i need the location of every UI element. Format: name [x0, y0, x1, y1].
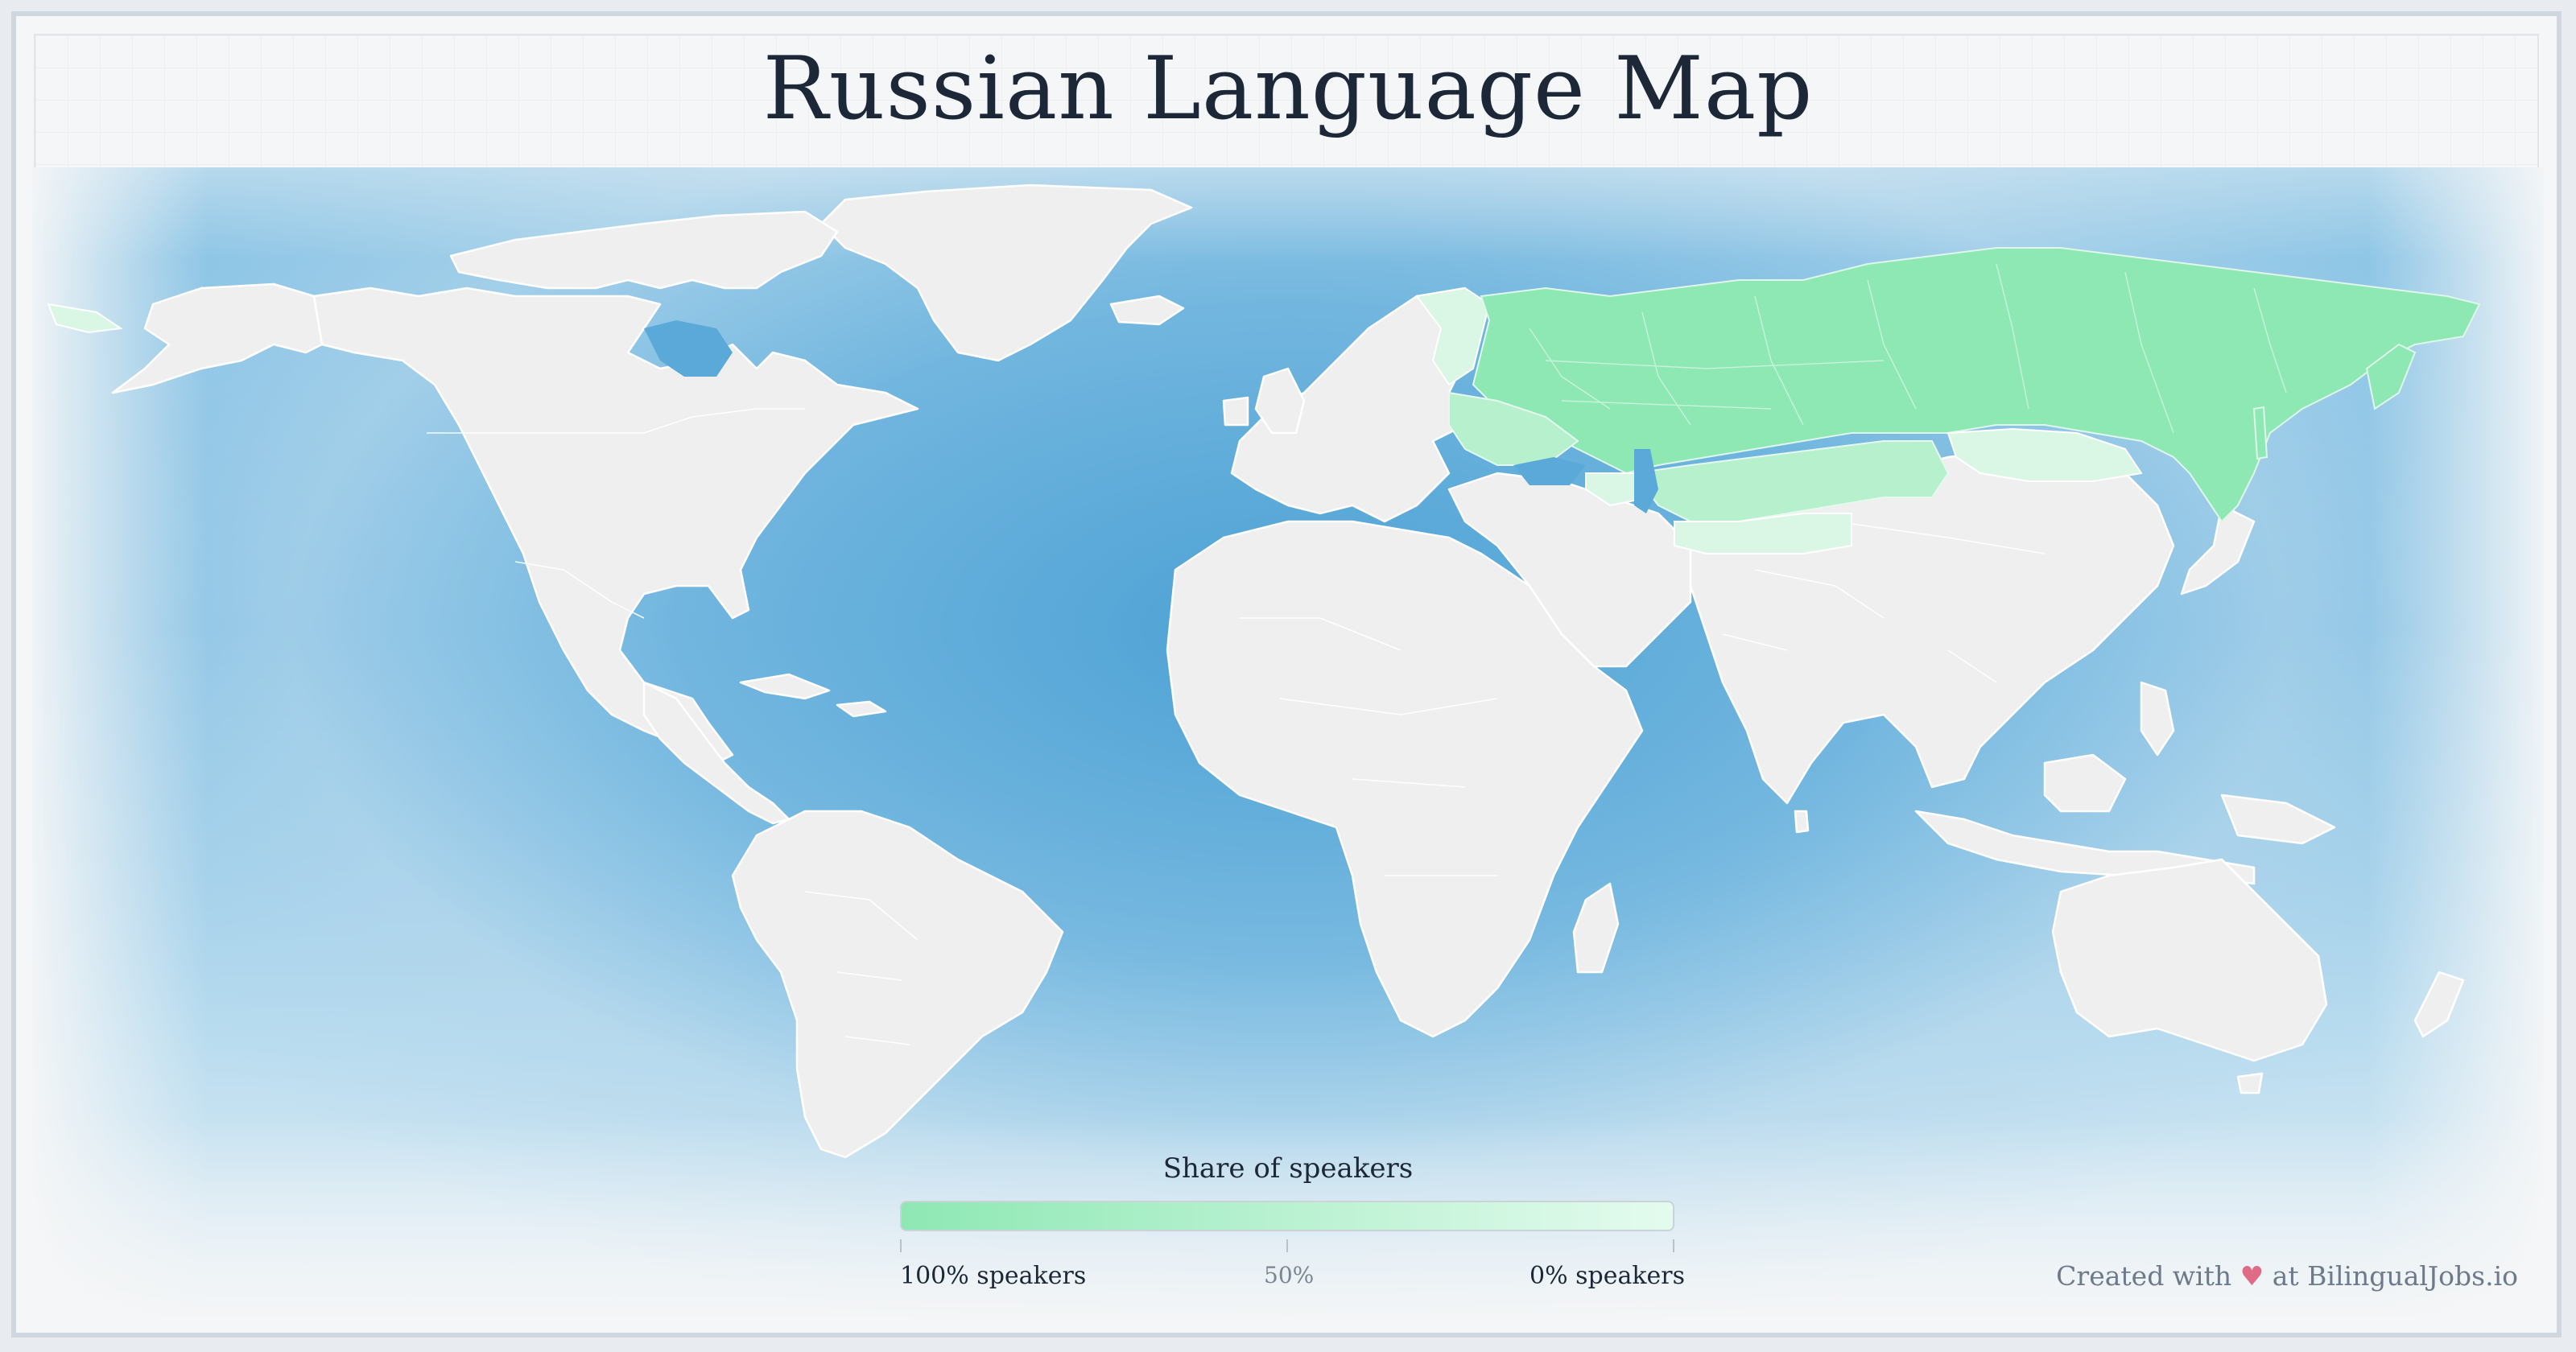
- australia[interactable]: [2051, 858, 2328, 1062]
- philippines[interactable]: [2140, 681, 2175, 756]
- credit-suffix: at BilingualJobs.io: [2272, 1260, 2518, 1292]
- central-america[interactable]: [642, 681, 791, 825]
- credit-prefix: Created with: [2056, 1260, 2232, 1292]
- credit-link[interactable]: Created with ♥ at BilingualJobs.io: [2056, 1260, 2518, 1292]
- new-guinea[interactable]: [2220, 793, 2336, 845]
- heart-icon: ♥: [2240, 1260, 2264, 1292]
- madagascar[interactable]: [1572, 882, 1620, 974]
- south-america[interactable]: [731, 810, 1064, 1159]
- hispaniola[interactable]: [836, 700, 887, 718]
- legend-title: Share of speakers: [1162, 1152, 1414, 1185]
- sri-lanka[interactable]: [1794, 810, 1810, 834]
- legend-label-left: 100% speakers: [900, 1262, 1087, 1290]
- world-map: [47, 183, 2481, 1159]
- ireland[interactable]: [1222, 396, 1249, 427]
- alaska[interactable]: [111, 282, 324, 394]
- legend-label-middle: 50%: [1264, 1262, 1315, 1288]
- chukotka-alaska-tip[interactable]: [47, 303, 123, 334]
- greenland[interactable]: [819, 183, 1193, 362]
- legend-tick-right: [1673, 1239, 1674, 1252]
- sakhalin[interactable]: [2252, 406, 2268, 460]
- canadian-arctic[interactable]: [449, 210, 839, 290]
- cuba[interactable]: [739, 673, 831, 700]
- legend-tick-left: [900, 1239, 902, 1252]
- iceland[interactable]: [1109, 295, 1185, 326]
- legend-gradient-bar: [900, 1201, 1674, 1231]
- borneo[interactable]: [2043, 753, 2127, 813]
- legend-tick-middle: [1286, 1239, 1288, 1252]
- tasmania[interactable]: [2236, 1072, 2264, 1094]
- new-zealand[interactable]: [2413, 971, 2465, 1038]
- page-title: Russian Language Map: [762, 39, 1814, 139]
- japan[interactable]: [2180, 504, 2256, 596]
- legend-label-right: 0% speakers: [1530, 1262, 1686, 1290]
